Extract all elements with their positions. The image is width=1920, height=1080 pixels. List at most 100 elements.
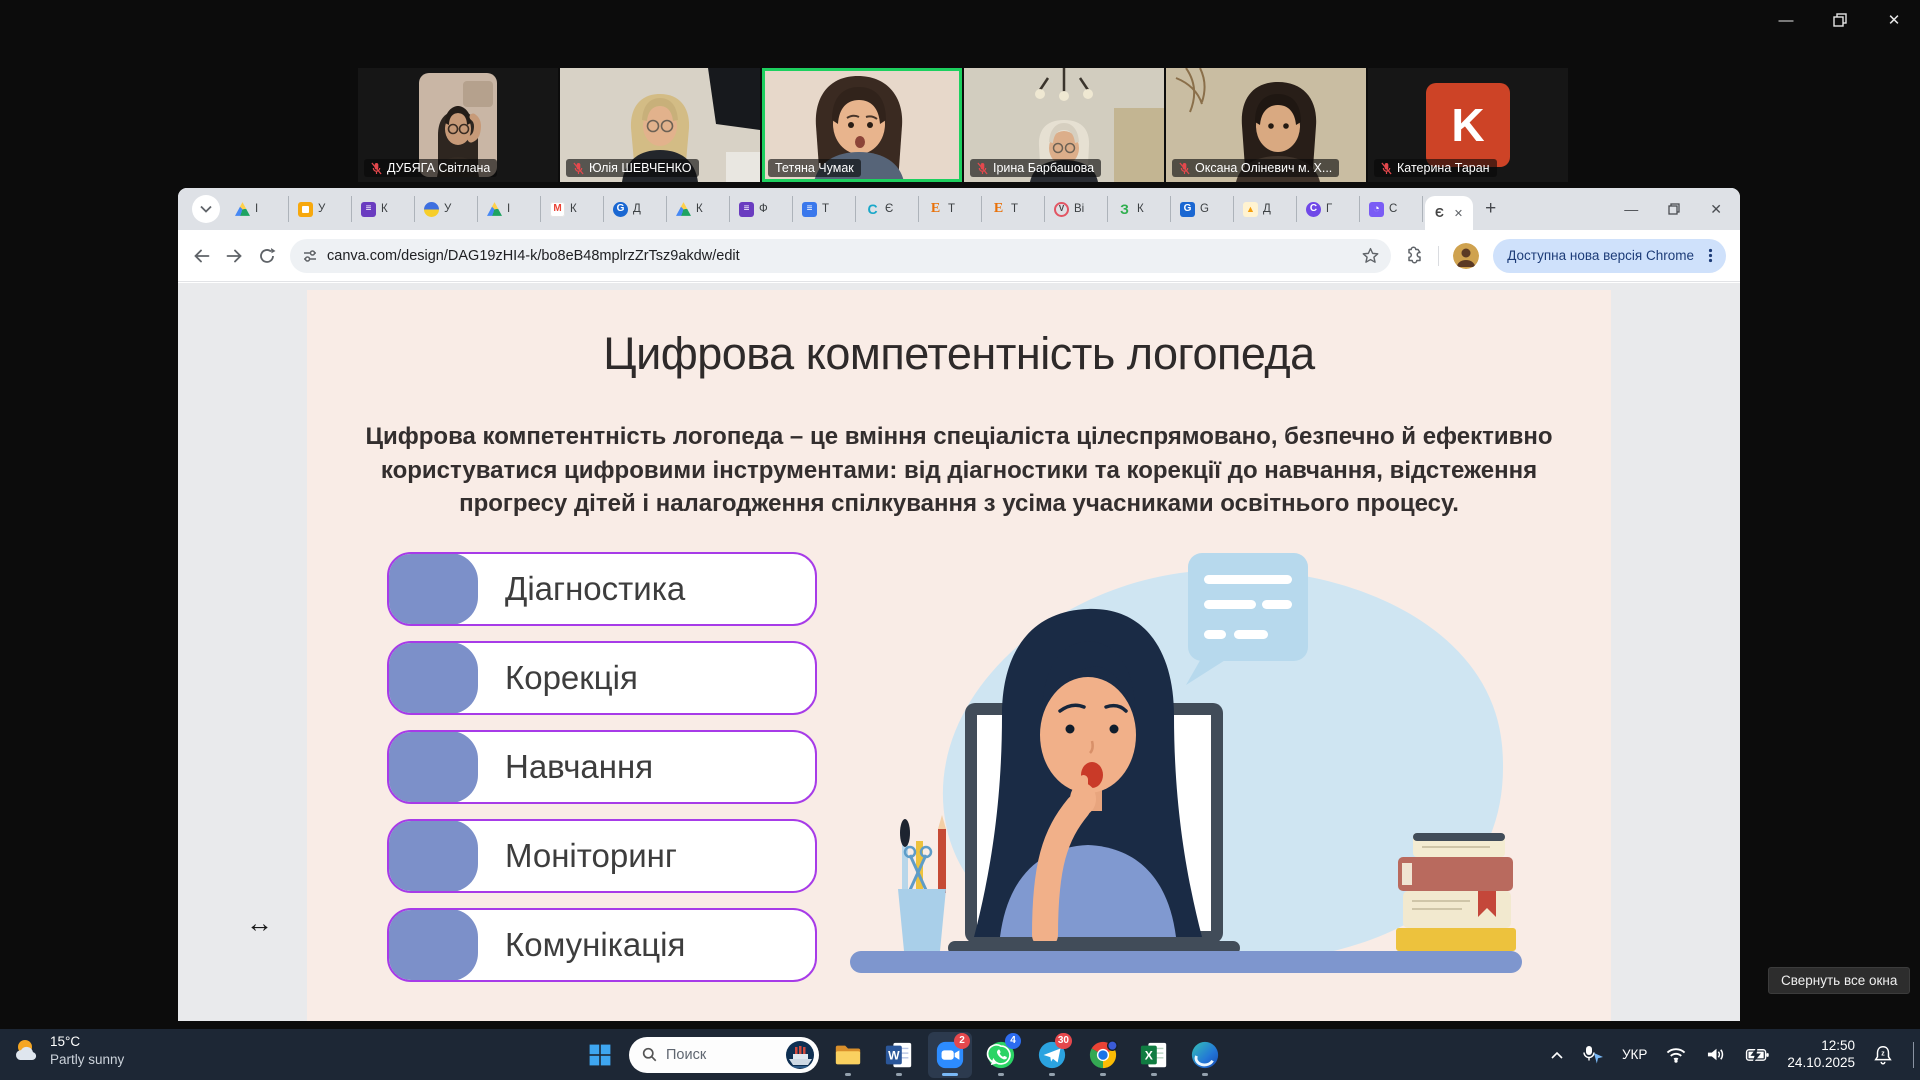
slide-body-text[interactable]: Цифрова компетентність логопеда – це вмі… xyxy=(364,420,1554,521)
weather-temp: 15°C xyxy=(50,1033,124,1051)
browser-close-icon[interactable]: ✕ xyxy=(1710,201,1722,218)
browser-tab[interactable]: G G xyxy=(1171,196,1234,222)
tab-title: Д xyxy=(1263,203,1271,215)
running-indicator xyxy=(998,1073,1004,1076)
slide-list-item[interactable]: Комунікація xyxy=(387,908,817,982)
taskbar-app-zoom[interactable]: 2 xyxy=(928,1032,972,1078)
notifications-bell-icon[interactable]: z xyxy=(1872,1044,1894,1066)
participant-name: Юлія ШЕВЧЕНКО xyxy=(589,161,692,175)
chrome-update-button[interactable]: Доступна нова версія Chrome xyxy=(1493,239,1726,273)
speech-therapist-illustration[interactable] xyxy=(850,545,1560,985)
browser-tab[interactable]: C Є xyxy=(856,196,919,222)
browser-tab[interactable]: M К xyxy=(541,196,604,222)
tab-favicon: E xyxy=(991,202,1006,217)
tab-title: У xyxy=(318,203,325,215)
tab-favicon: ◔ xyxy=(1369,202,1384,217)
video-tile[interactable]: Ірина Барбашова xyxy=(964,68,1164,182)
browser-tab[interactable]: У xyxy=(289,196,352,222)
browser-tab[interactable]: І xyxy=(226,196,289,222)
browser-tab[interactable]: ▲ Д xyxy=(1234,196,1297,222)
video-tile[interactable]: Юлія ШЕВЧЕНКО xyxy=(560,68,760,182)
slide-list-item[interactable]: Корекція xyxy=(387,641,817,715)
browser-tab[interactable]: E Т xyxy=(982,196,1045,222)
browser-tab[interactable]: ◔ С xyxy=(1360,196,1423,222)
tab-favicon: G xyxy=(613,202,628,217)
show-desktop-handle[interactable] xyxy=(1913,1042,1914,1068)
forward-icon[interactable] xyxy=(225,247,244,265)
tab-title: К xyxy=(696,203,703,215)
browser-tab[interactable]: К xyxy=(667,196,730,222)
browser-tab[interactable]: І xyxy=(478,196,541,222)
tab-title: І xyxy=(507,203,510,215)
taskbar-app-file-explorer[interactable] xyxy=(826,1032,870,1078)
taskbar-app-excel[interactable]: X xyxy=(1132,1032,1176,1078)
minimize-icon[interactable]: — xyxy=(1776,10,1796,30)
participant-name-tag: Юлія ШЕВЧЕНКО xyxy=(566,159,699,177)
word-icon: W xyxy=(884,1040,914,1070)
participant-name-tag: Катерина Таран xyxy=(1374,159,1497,177)
presentation-slide[interactable]: Цифрова компетентність логопеда Цифрова … xyxy=(307,290,1611,1021)
browser-tab[interactable]: ≡ Ф xyxy=(730,196,793,222)
taskbar-app-word[interactable]: W xyxy=(877,1032,921,1078)
tab-favicon: З xyxy=(1117,202,1132,217)
slide-title[interactable]: Цифрова компетентність логопеда xyxy=(307,328,1611,380)
tab-search-button[interactable] xyxy=(192,195,220,223)
slide-list-item[interactable]: Моніторинг xyxy=(387,819,817,893)
participant-initial-avatar: K xyxy=(1426,83,1510,167)
taskbar-app-whatsapp[interactable]: 4 xyxy=(979,1032,1023,1078)
tab-favicon: ▲ xyxy=(1243,202,1258,217)
taskbar-app-chrome[interactable] xyxy=(1081,1032,1125,1078)
taskbar-search[interactable]: Поиск xyxy=(629,1037,819,1073)
tab-title: К xyxy=(570,203,577,215)
video-tile[interactable]: ДУБЯГА Світлана xyxy=(358,68,558,182)
slide-list-item-label: Діагностика xyxy=(505,570,685,608)
browser-tab[interactable]: G Д xyxy=(604,196,667,222)
browser-tab[interactable]: E Т xyxy=(919,196,982,222)
running-indicator xyxy=(1151,1073,1157,1076)
browser-minimize-icon[interactable]: — xyxy=(1624,201,1638,217)
back-icon[interactable] xyxy=(192,247,211,265)
tray-overflow-chevron-icon[interactable] xyxy=(1550,1050,1564,1060)
extensions-icon[interactable] xyxy=(1405,246,1424,265)
taskbar-app-telegram[interactable]: 30 xyxy=(1030,1032,1074,1078)
tab-close-icon[interactable]: ✕ xyxy=(1454,207,1463,220)
browser-tab[interactable]: ≡ Т xyxy=(793,196,856,222)
video-tile[interactable]: Оксана Оліневич м. Х... xyxy=(1166,68,1366,182)
battery-charging-icon[interactable] xyxy=(1745,1045,1770,1064)
video-tile[interactable]: K Катерина Таран xyxy=(1368,68,1568,182)
address-bar[interactable]: canva.com/design/DAG19zHI4-k/bo8eB48mplr… xyxy=(290,239,1391,273)
close-icon[interactable]: ✕ xyxy=(1884,10,1904,30)
tab-favicon xyxy=(235,202,250,217)
whatsapp-badge: 4 xyxy=(1005,1033,1021,1049)
browser-tab[interactable]: ≡ К xyxy=(352,196,415,222)
reload-icon[interactable] xyxy=(258,247,276,265)
taskbar-app-edge[interactable] xyxy=(1183,1032,1227,1078)
start-button[interactable] xyxy=(578,1032,622,1078)
meeting-window-controls: — ✕ xyxy=(1776,10,1904,30)
wifi-icon[interactable] xyxy=(1664,1045,1688,1064)
weather-widget[interactable]: 15°C Partly sunny xyxy=(12,1033,124,1068)
tray-time: 12:50 xyxy=(1787,1038,1855,1055)
restore-icon[interactable] xyxy=(1830,10,1850,30)
clock[interactable]: 12:50 24.10.2025 xyxy=(1787,1038,1855,1072)
browser-tab[interactable]: З К xyxy=(1108,196,1171,222)
slide-list-item[interactable]: Навчання xyxy=(387,730,817,804)
profile-avatar[interactable] xyxy=(1453,243,1479,269)
mic-location-indicator-icon[interactable] xyxy=(1581,1045,1605,1065)
site-settings-icon[interactable] xyxy=(302,248,318,264)
browser-toolbar: canva.com/design/DAG19zHI4-k/bo8eB48mplr… xyxy=(178,230,1740,282)
browser-tab[interactable]: У xyxy=(415,196,478,222)
new-tab-button[interactable]: + xyxy=(1485,198,1496,220)
menu-dots-icon[interactable] xyxy=(1703,248,1718,263)
video-tile-active-speaker[interactable]: Тетяна Чумак xyxy=(762,68,962,182)
bookmark-star-icon[interactable] xyxy=(1362,247,1379,264)
browser-tab[interactable]: V Ві xyxy=(1045,196,1108,222)
active-tab[interactable]: Є ✕ xyxy=(1425,196,1473,230)
url-text[interactable]: canva.com/design/DAG19zHI4-k/bo8eB48mplr… xyxy=(327,248,740,264)
browser-restore-icon[interactable] xyxy=(1668,203,1680,215)
tab-favicon: E xyxy=(928,202,943,217)
volume-icon[interactable] xyxy=(1705,1045,1728,1064)
slide-list-item[interactable]: Діагностика xyxy=(387,552,817,626)
browser-tab[interactable]: C Г xyxy=(1297,196,1360,222)
language-indicator[interactable]: УКР xyxy=(1622,1047,1647,1062)
